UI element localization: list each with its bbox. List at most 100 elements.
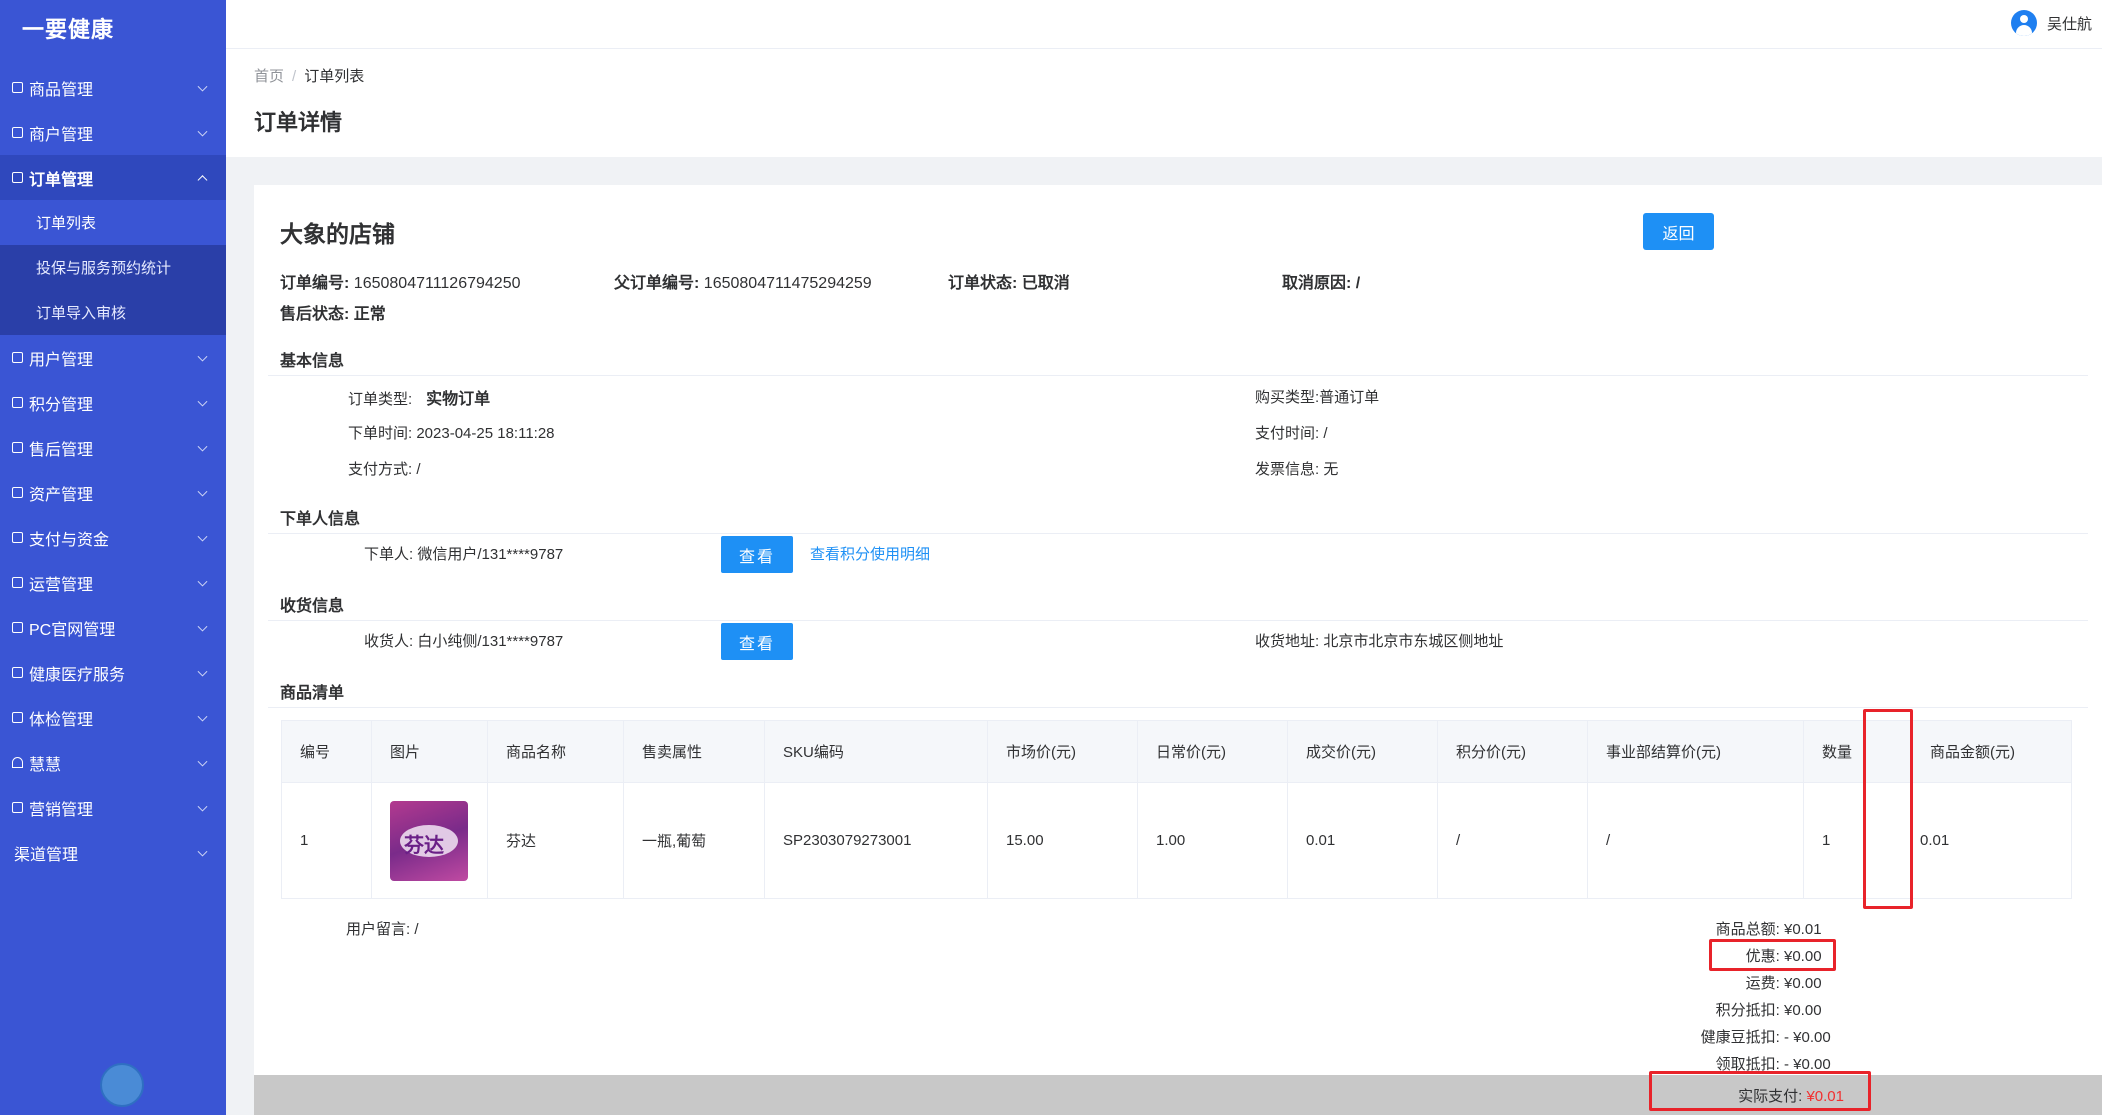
table-row: 1 芬达 芬达 一瓶,葡萄 SP2303079273001 15.00 1.00… bbox=[281, 782, 2072, 899]
order-type: 订单类型: 实物订单 bbox=[348, 385, 490, 409]
summary-label: 运费: bbox=[1745, 975, 1780, 992]
sidebar-subitem-import-review[interactable]: 订单导入审核 bbox=[0, 290, 226, 335]
points-icon bbox=[12, 397, 23, 408]
sidebar-item-label: 慧慧 bbox=[29, 756, 62, 774]
floating-assistant-icon[interactable] bbox=[100, 1063, 144, 1107]
column-header: SKU编码 bbox=[764, 720, 988, 783]
address-value: 北京市北京市东城区侧地址 bbox=[1323, 633, 1504, 650]
checkup-icon bbox=[12, 712, 23, 723]
breadcrumb-separator: / bbox=[292, 68, 297, 85]
sidebar-item-label: 资产管理 bbox=[29, 486, 94, 504]
sidebar-item-points[interactable]: 积分管理 bbox=[0, 380, 226, 425]
sidebar-subitem-insurance-stats[interactable]: 投保与服务预约统计 bbox=[0, 245, 226, 290]
product-image-label: 芬达 bbox=[404, 834, 444, 857]
sidebar: 一要健康 商品管理 商户管理 订单管理 订单列表 投保与服务预约统计 订单导入审… bbox=[0, 0, 226, 1115]
sidebar-item-aftersale[interactable]: 售后管理 bbox=[0, 425, 226, 470]
order-time-label: 下单时间: bbox=[348, 425, 413, 442]
user-message: 用户留言: / bbox=[346, 918, 419, 939]
summary-shipping: 运费: ¥0.00 bbox=[1746, 972, 1842, 993]
order-number-value: 1650804711126794250 bbox=[353, 275, 521, 292]
chevron-down-icon bbox=[197, 756, 208, 767]
summary-points-deduct: 积分抵扣: ¥0.00 bbox=[1716, 999, 1842, 1020]
pay-time-value: / bbox=[1323, 425, 1328, 442]
cell-deal-price: 0.01 bbox=[1287, 782, 1438, 899]
chevron-down-icon bbox=[197, 531, 208, 542]
sidebar-item-merchant[interactable]: 商户管理 bbox=[0, 110, 226, 155]
summary-label: 优惠: bbox=[1745, 948, 1780, 965]
sidebar-item-operations[interactable]: 运营管理 bbox=[0, 560, 226, 605]
receiver-value: 白小纯侧/131****9787 bbox=[417, 633, 564, 650]
sidebar-item-huihui[interactable]: 慧慧 bbox=[0, 740, 226, 785]
sidebar-item-goods[interactable]: 商品管理 bbox=[0, 65, 226, 110]
divider bbox=[268, 375, 2088, 376]
breadcrumb-current[interactable]: 订单列表 bbox=[304, 68, 364, 85]
sidebar-item-label: 商户管理 bbox=[29, 126, 94, 144]
buyer: 下单人: 微信用户/131****9787 bbox=[364, 543, 563, 564]
actual-payment-value: ¥0.01 bbox=[1806, 1088, 1844, 1105]
shop-name: 大象的店铺 bbox=[280, 221, 395, 247]
summary-value: - ¥0.00 bbox=[1784, 1056, 1831, 1073]
cancel-reason-label: 取消原因: bbox=[1282, 275, 1352, 292]
sidebar-item-label: 售后管理 bbox=[29, 441, 94, 459]
chevron-down-icon bbox=[197, 486, 208, 497]
parent-order-value: 1650804711475294259 bbox=[703, 275, 872, 292]
cell-name: 芬达 bbox=[487, 782, 624, 899]
goods-list-title: 商品清单 bbox=[280, 685, 345, 702]
shipping-address: 收货地址: 北京市北京市东城区侧地址 bbox=[1255, 630, 1503, 651]
sidebar-item-label: 渠道管理 bbox=[14, 846, 79, 864]
column-header: 市场价(元) bbox=[987, 720, 1138, 783]
cell-market-price: 15.00 bbox=[987, 782, 1138, 899]
order-number: 订单编号: 1650804711126794250 bbox=[280, 269, 521, 293]
sidebar-item-assets[interactable]: 资产管理 bbox=[0, 470, 226, 515]
back-button[interactable]: 返回 bbox=[1643, 213, 1714, 250]
breadcrumb-home[interactable]: 首页 bbox=[254, 68, 284, 85]
sidebar-item-label: 运营管理 bbox=[29, 576, 94, 594]
user-message-value: / bbox=[414, 921, 419, 938]
invoice-value: 无 bbox=[1323, 461, 1339, 478]
sidebar-item-orders[interactable]: 订单管理 bbox=[0, 155, 226, 200]
chevron-down-icon bbox=[197, 846, 208, 857]
sidebar-item-checkup[interactable]: 体检管理 bbox=[0, 695, 226, 740]
parent-order-label: 父订单编号: bbox=[614, 275, 700, 292]
chevron-down-icon bbox=[197, 801, 208, 812]
summary-claim-deduct: 领取抵扣: - ¥0.00 bbox=[1716, 1053, 1842, 1074]
page-title: 订单详情 bbox=[254, 110, 343, 135]
sidebar-item-users[interactable]: 用户管理 bbox=[0, 335, 226, 380]
purchase-type-value: 普通订单 bbox=[1319, 389, 1380, 406]
view-receiver-button[interactable]: 查看 bbox=[721, 623, 793, 660]
user-menu[interactable]: 吴仕航 bbox=[2010, 10, 2092, 36]
sidebar-item-label: 健康医疗服务 bbox=[29, 666, 126, 684]
buyer-info-title: 下单人信息 bbox=[280, 511, 361, 528]
orders-submenu: 订单列表 投保与服务预约统计 订单导入审核 bbox=[0, 200, 226, 335]
sidebar-item-payment[interactable]: 支付与资金 bbox=[0, 515, 226, 560]
sidebar-item-marketing[interactable]: 营销管理 bbox=[0, 785, 226, 830]
sidebar-item-pc-site[interactable]: PC官网管理 bbox=[0, 605, 226, 650]
summary-label: 积分抵扣: bbox=[1715, 1002, 1780, 1019]
pay-time: 支付时间: / bbox=[1255, 422, 1328, 443]
summary-bean-deduct: 健康豆抵扣: - ¥0.00 bbox=[1701, 1026, 1842, 1047]
column-header: 日常价(元) bbox=[1137, 720, 1288, 783]
summary-value: ¥0.00 bbox=[1784, 1002, 1822, 1019]
view-buyer-button[interactable]: 查看 bbox=[721, 536, 793, 573]
summary-goods-total: 商品总额: ¥0.01 bbox=[1716, 918, 1842, 939]
pay-time-label: 支付时间: bbox=[1255, 425, 1320, 442]
chevron-down-icon bbox=[197, 396, 208, 407]
summary-value: ¥0.00 bbox=[1784, 948, 1822, 965]
sidebar-item-health-service[interactable]: 健康医疗服务 bbox=[0, 650, 226, 695]
order-type-value: 实物订单 bbox=[426, 391, 491, 408]
order-status-label: 订单状态: bbox=[948, 275, 1018, 292]
chevron-down-icon bbox=[197, 351, 208, 362]
order-time: 下单时间: 2023-04-25 18:11:28 bbox=[348, 422, 555, 443]
sidebar-item-channel[interactable]: 渠道管理 bbox=[0, 830, 226, 875]
cell-qty: 1 bbox=[1803, 782, 1912, 899]
receiver-label: 收货人: bbox=[364, 633, 414, 650]
pay-method: 支付方式: / bbox=[348, 458, 421, 479]
points-detail-link[interactable]: 查看积分使用明细 bbox=[810, 543, 930, 564]
summary-label: 领取抵扣: bbox=[1715, 1056, 1780, 1073]
page-header: 首页 / 订单列表 订单详情 bbox=[226, 49, 2102, 157]
sidebar-subitem-order-list[interactable]: 订单列表 bbox=[0, 200, 226, 245]
top-header: 吴仕航 bbox=[226, 0, 2102, 49]
column-header: 成交价(元) bbox=[1287, 720, 1438, 783]
product-image[interactable]: 芬达 bbox=[390, 800, 468, 881]
order-status-value: 已取消 bbox=[1021, 275, 1070, 292]
